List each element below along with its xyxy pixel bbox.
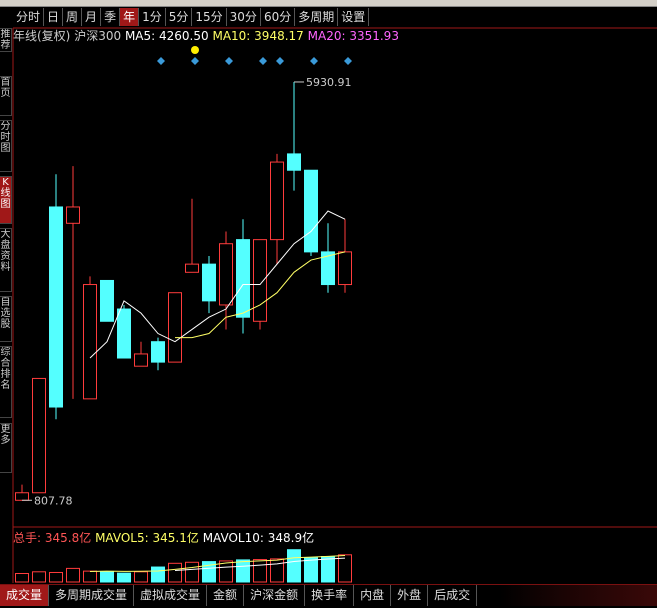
volume-bar-13 (236, 559, 250, 583)
volume-bar-7 (134, 571, 148, 583)
candle-body-10 (185, 263, 199, 273)
volume-bar-5 (100, 571, 114, 583)
volume-bar-2 (49, 571, 63, 583)
indicator-tab-2[interactable]: 虚拟成交量 (134, 585, 208, 606)
vol-value: 345.8亿 (44, 531, 92, 545)
volume-bar-16 (287, 549, 301, 583)
volume-bar-14 (253, 559, 267, 583)
event-marker-2 (225, 57, 233, 65)
tab-bar-filler (500, 585, 657, 606)
volume-bar-18 (321, 556, 335, 583)
candle-body-17 (304, 169, 318, 253)
event-marker-6 (344, 57, 352, 65)
indicator-tab-6[interactable]: 内盘 (354, 585, 392, 606)
indicator-tab-5[interactable]: 换手率 (305, 585, 355, 606)
volume-legend: 总手: 345.8亿 MAVOL5: 345.1亿 MAVOL10: 348.9… (13, 531, 314, 546)
candle-body-0 (15, 492, 29, 501)
event-dot (191, 46, 199, 54)
ma5-value: 4260.50 (159, 29, 209, 43)
volume-bar-8 (151, 566, 165, 583)
candle-body-19 (338, 251, 352, 286)
ma10-value: 3948.17 (254, 29, 304, 43)
event-marker-1 (191, 57, 199, 65)
indicator-tab-1[interactable]: 多周期成交量 (49, 585, 135, 606)
volume-bar-1 (32, 571, 46, 583)
chart-title: 年线(复权) (13, 29, 71, 43)
volume-bar-0 (15, 573, 29, 583)
indicator-tab-8[interactable]: 后成交 (428, 585, 478, 606)
candle-body-5 (100, 279, 114, 322)
indicator-tab-0[interactable]: 成交量 (0, 585, 50, 606)
candle-body-7 (134, 353, 148, 367)
high-label: 5930.91 (306, 76, 352, 89)
mavol10-value: 348.9亿 (267, 531, 315, 545)
candle-body-1 (32, 377, 46, 494)
candle-body-15 (270, 161, 284, 241)
ma20-label: MA20: (307, 29, 346, 43)
mavol5-value: 345.1亿 (152, 531, 199, 545)
indicator-tab-7[interactable]: 外盘 (391, 585, 429, 606)
candle-body-9 (168, 292, 182, 363)
volume-bar-3 (66, 567, 80, 583)
candle-body-13 (236, 239, 250, 318)
event-marker-0 (157, 57, 165, 65)
volume-bar-4 (83, 570, 97, 583)
low-label: 807.78 (34, 494, 73, 507)
candle-body-11 (202, 263, 216, 302)
event-marker-4 (276, 57, 284, 65)
candle-body-3 (66, 206, 80, 224)
kline-chart: 5930.91 807.78 (12, 27, 657, 583)
event-marker-5 (310, 57, 318, 65)
ma5-label: MA5: (124, 29, 156, 43)
candle-body-8 (151, 341, 165, 363)
candle-body-6 (117, 308, 131, 359)
ma10-label: MA10: (212, 29, 251, 43)
volume-bar-10 (185, 561, 199, 583)
volume-bar-15 (270, 558, 284, 583)
event-marker-3 (259, 57, 267, 65)
vol-label: 总手: (13, 531, 42, 545)
candle-body-4 (83, 284, 97, 400)
index-name: 沪深300 (74, 29, 122, 43)
candle-body-2 (49, 206, 63, 408)
candle-body-12 (219, 243, 233, 306)
volume-bar-9 (168, 562, 182, 583)
volume-bar-17 (304, 557, 318, 583)
mavol5-label: MAVOL5: (95, 531, 149, 545)
volume-bar-6 (117, 572, 131, 583)
indicator-tabs: 成交量 多周期成交量 虚拟成交量 金额 沪深金额 换手率 内盘 外盘 后成交 (0, 584, 657, 608)
candle-body-16 (287, 153, 301, 171)
candle-body-14 (253, 239, 267, 322)
mavol10-label: MAVOL10: (202, 531, 264, 545)
indicator-tab-3[interactable]: 金额 (207, 585, 245, 606)
ma-legend: 年线(复权) 沪深300 MA5: 4260.50 MA10: 3948.17 … (13, 28, 399, 44)
ma20-value: 3351.93 (349, 29, 399, 43)
indicator-tab-4[interactable]: 沪深金额 (244, 585, 306, 606)
